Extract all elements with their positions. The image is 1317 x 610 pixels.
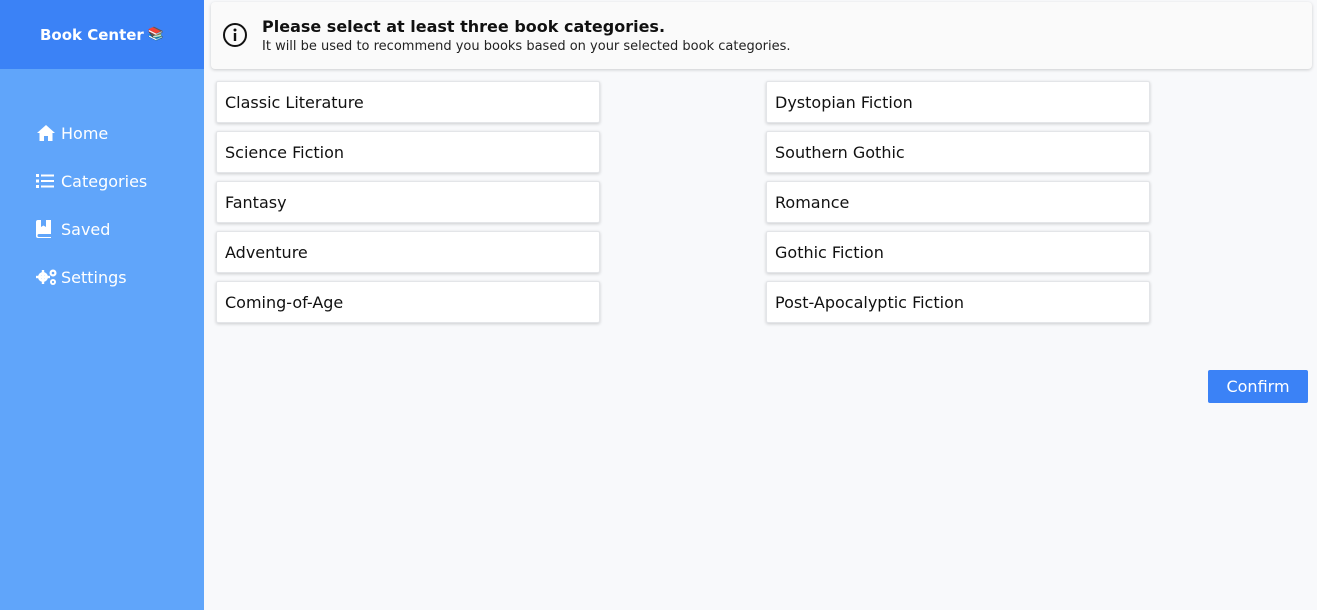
app-title: Book Center: [39, 25, 144, 44]
sidebar-item-label: Home: [61, 123, 109, 143]
sidebar-item-label: Saved: [61, 219, 111, 239]
banner-text: Please select at least three book catego…: [262, 17, 791, 54]
category-option[interactable]: Gothic Fiction: [766, 231, 1150, 273]
category-option[interactable]: Dystopian Fiction: [766, 81, 1150, 123]
category-option[interactable]: Southern Gothic: [766, 131, 1150, 173]
category-option[interactable]: Romance: [766, 181, 1150, 223]
gears-icon: [36, 267, 58, 287]
sidebar-item-saved[interactable]: Saved: [0, 205, 204, 253]
main-content: Please select at least three book catego…: [204, 0, 1317, 610]
list-icon: [36, 171, 58, 191]
sidebar-item-categories[interactable]: Categories: [0, 157, 204, 205]
banner-subtitle: It will be used to recommend you books b…: [262, 39, 791, 54]
sidebar-item-label: Categories: [61, 171, 148, 191]
home-icon: [36, 123, 58, 143]
category-option[interactable]: Coming-of-Age: [216, 281, 600, 323]
info-icon: [221, 21, 251, 51]
category-grid: Classic Literature Science Fiction Fanta…: [211, 81, 1312, 331]
bookmark-book-icon: [36, 219, 58, 239]
sidebar: Book Center 📚 Home Categories Saved Sett…: [0, 0, 204, 610]
sidebar-item-home[interactable]: Home: [0, 109, 204, 157]
category-option[interactable]: Classic Literature: [216, 81, 600, 123]
brand-header[interactable]: Book Center 📚: [0, 0, 204, 69]
sidebar-item-label: Settings: [61, 267, 127, 287]
books-icon: 📚: [147, 27, 165, 42]
banner-title: Please select at least three book catego…: [262, 17, 666, 36]
category-option[interactable]: Post-Apocalyptic Fiction: [766, 281, 1150, 323]
sidebar-item-settings[interactable]: Settings: [0, 253, 204, 301]
category-option[interactable]: Adventure: [216, 231, 600, 273]
sidebar-nav: Home Categories Saved Settings: [0, 69, 204, 301]
info-banner: Please select at least three book catego…: [211, 2, 1312, 69]
category-option[interactable]: Science Fiction: [216, 131, 600, 173]
app-root: Book Center 📚 Home Categories Saved Sett…: [0, 0, 1317, 610]
category-option[interactable]: Fantasy: [216, 181, 600, 223]
confirm-button[interactable]: Confirm: [1208, 370, 1308, 403]
